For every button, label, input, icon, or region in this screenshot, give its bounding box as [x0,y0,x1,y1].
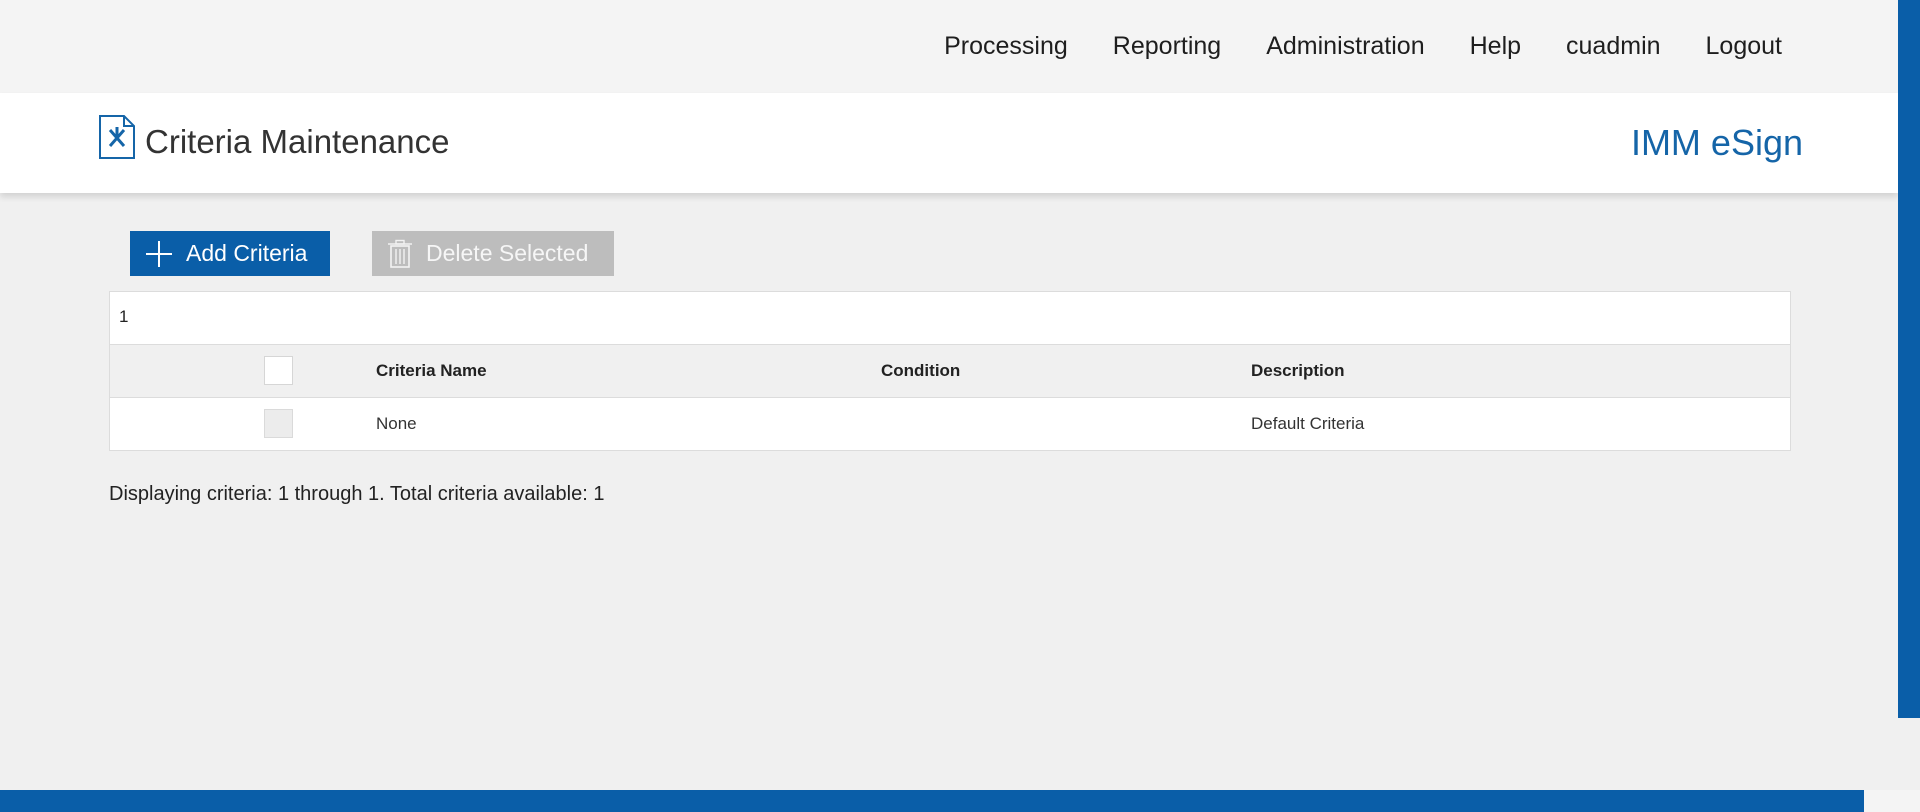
column-header-criteria-name[interactable]: Criteria Name [376,361,487,381]
page-header: Criteria Maintenance IMM eSign [0,93,1898,193]
delete-selected-label: Delete Selected [426,240,589,266]
nav-reporting[interactable]: Reporting [1113,32,1221,61]
table-header: Criteria Name Condition Description [110,345,1790,398]
column-header-description[interactable]: Description [1251,361,1345,381]
footer-bar [0,790,1864,812]
nav-help[interactable]: Help [1470,32,1521,61]
page-title: Criteria Maintenance [145,123,450,160]
select-all-checkbox[interactable] [264,356,293,385]
criteria-name-cell[interactable]: None [376,414,417,434]
page-number-link[interactable]: 1 [119,307,128,327]
scrollbar[interactable] [1898,0,1920,718]
nav-user[interactable]: cuadmin [1566,32,1661,61]
document-tools-icon [98,114,136,165]
footer-corner [1864,790,1920,812]
pagination: 1 [110,292,1790,345]
nav-administration[interactable]: Administration [1266,32,1424,61]
brand-logo: IMM eSign [1630,122,1803,163]
plus-icon [146,240,172,267]
status-text: Displaying criteria: 1 through 1. Total … [109,483,605,505]
top-bar: Processing Reporting Administration Help… [0,0,1920,93]
add-criteria-label: Add Criteria [186,240,308,266]
criteria-table: 1 Criteria Name Condition Description No… [109,291,1791,451]
delete-selected-button[interactable]: Delete Selected [372,231,614,276]
top-nav: Processing Reporting Administration Help… [899,32,1782,61]
description-cell: Default Criteria [1251,414,1365,433]
add-criteria-button[interactable]: Add Criteria [130,231,330,276]
row-checkbox [264,409,293,438]
nav-logout[interactable]: Logout [1706,32,1782,61]
trash-icon [388,239,412,268]
table-row[interactable]: None Default Criteria [110,398,1790,450]
nav-processing[interactable]: Processing [944,32,1068,61]
column-header-condition[interactable]: Condition [881,361,960,381]
